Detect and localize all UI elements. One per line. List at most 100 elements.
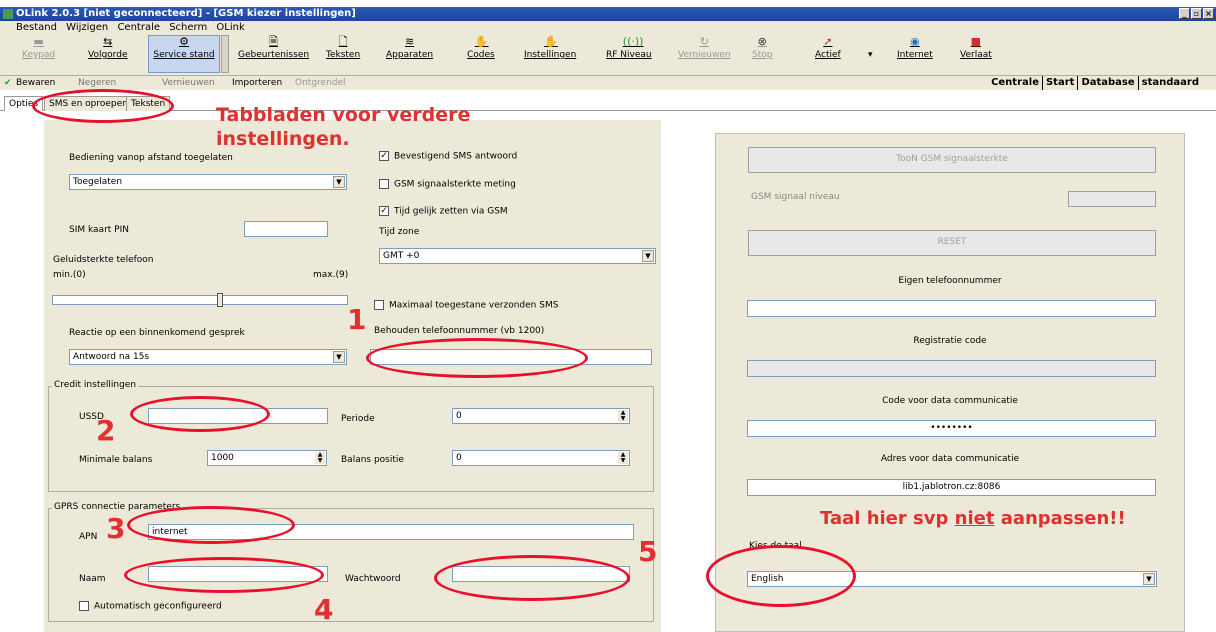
behouden-label: Behouden telefoonnummer (vb 1200) bbox=[374, 326, 545, 336]
codes-icon: ✋ bbox=[474, 35, 489, 48]
signaal-niveau-field bbox=[1068, 191, 1156, 207]
internet-button[interactable]: ◉ Internet bbox=[897, 35, 933, 61]
max-sms-checkbox[interactable]: Maximaal toegestane verzonden SMS bbox=[374, 300, 558, 311]
checkbox-checked-icon: ✓ bbox=[379, 206, 389, 216]
naam-highlight-oval bbox=[124, 557, 324, 593]
rf-niveau-button[interactable]: ((·)) RF Niveau bbox=[606, 35, 652, 61]
chevron-down-icon: ▼ bbox=[1143, 573, 1155, 585]
auto-config-checkbox[interactable]: Automatisch geconfigureerd bbox=[79, 601, 222, 612]
gebeurtenissen-button[interactable]: 🗎 Gebeurtenissen bbox=[238, 35, 309, 61]
taal-warning-annotation: Taal hier svp niet aanpassen!! bbox=[820, 508, 1126, 529]
sim-pin-input[interactable] bbox=[244, 221, 328, 237]
tijdzone-label: Tijd zone bbox=[379, 227, 420, 237]
apparaten-button[interactable]: ≋ Apparaten bbox=[386, 35, 433, 61]
stop-icon: ⊗ bbox=[757, 35, 767, 48]
actief-dropdown-icon[interactable]: ▾ bbox=[868, 50, 873, 60]
action-bar: ✔ Bewaren Negeren Vernieuwen Importeren … bbox=[0, 76, 1216, 90]
credit-title: Credit instellingen bbox=[52, 380, 139, 390]
minimize-icon[interactable]: _ bbox=[1179, 8, 1190, 19]
spinner-icon[interactable]: ▲ ▼ bbox=[315, 452, 325, 464]
spinner-icon[interactable]: ▲ ▼ bbox=[618, 410, 628, 422]
tab-standaard[interactable]: standaard bbox=[1137, 76, 1202, 90]
bewaren-button[interactable]: Bewaren bbox=[16, 76, 55, 90]
reset-button[interactable]: RESET bbox=[748, 230, 1156, 256]
spinner-icon[interactable]: ▲ ▼ bbox=[618, 452, 628, 464]
geluid-label: Geluidsterkte telefoon bbox=[53, 255, 154, 265]
behouden-highlight-oval bbox=[366, 338, 588, 378]
checkbox-icon bbox=[79, 601, 89, 611]
keypad-icon: ▬ bbox=[33, 35, 44, 48]
ontgrendel-button[interactable]: Ontgrendel bbox=[295, 76, 346, 90]
menu-wijzigen[interactable]: Wijzigen bbox=[66, 22, 108, 33]
vernieuwen-sub-button[interactable]: Vernieuwen bbox=[162, 76, 215, 90]
ussd-highlight-oval bbox=[130, 396, 270, 432]
teksten-button[interactable]: 🗋 Teksten bbox=[326, 35, 360, 61]
negeren-button[interactable]: Negeren bbox=[78, 76, 116, 90]
tab-row: Opties SMS en oproepen Teksten bbox=[0, 93, 1216, 111]
menu-bestand[interactable]: Bestand bbox=[16, 22, 57, 33]
title-bar: OLink 2.0.3 [niet geconnecteerd] - [GSM … bbox=[0, 7, 1216, 21]
teksten-icon: 🗋 bbox=[338, 35, 348, 48]
internet-icon: ◉ bbox=[910, 35, 920, 48]
service-stand-button[interactable]: ⚙ Service stand bbox=[148, 35, 220, 73]
checkbox-icon bbox=[379, 179, 389, 189]
keypad-button[interactable]: ▬ Keypad bbox=[22, 35, 55, 61]
apparaten-icon: ≋ bbox=[404, 35, 415, 48]
tab-database[interactable]: Database bbox=[1077, 76, 1137, 90]
apn-highlight-oval bbox=[127, 506, 295, 544]
periode-label: Periode bbox=[341, 414, 375, 424]
registratie-input bbox=[747, 360, 1156, 377]
naam-label: Naam bbox=[79, 574, 106, 584]
slider-handle[interactable] bbox=[217, 293, 223, 307]
reactie-select[interactable]: Antwoord na 15s ▼ bbox=[69, 349, 347, 365]
menu-olink[interactable]: OLink bbox=[216, 22, 244, 33]
adres-data-label: Adres voor data communicatie bbox=[880, 454, 1020, 464]
importeren-button[interactable]: Importeren bbox=[232, 76, 282, 90]
chevron-down-icon: ▼ bbox=[333, 351, 345, 363]
chevron-down-icon: ▼ bbox=[333, 176, 345, 188]
service-dropdown-icon[interactable] bbox=[221, 35, 229, 73]
registratie-label: Registratie code bbox=[913, 336, 987, 346]
tab-start[interactable]: Start bbox=[1041, 76, 1077, 90]
check-icon: ✔ bbox=[4, 78, 12, 88]
min-label: min.(0) bbox=[53, 270, 86, 280]
restore-icon[interactable]: ▫ bbox=[1191, 8, 1202, 19]
gebeurtenissen-icon: 🗎 bbox=[269, 35, 278, 48]
balans-positie-label: Balans positie bbox=[341, 455, 404, 465]
toon-signaal-button[interactable]: TooN GSM signaalsterkte bbox=[748, 147, 1156, 173]
verlaat-button[interactable]: ■ Verlaat bbox=[960, 36, 992, 61]
instellingen-button[interactable]: ✋ Instellingen bbox=[524, 36, 576, 61]
taal-highlight-oval bbox=[706, 545, 856, 607]
stop-button[interactable]: ⊗ Stop bbox=[752, 35, 772, 61]
number-1-annotation: 1 bbox=[347, 303, 367, 336]
eigen-tel-input[interactable] bbox=[747, 300, 1156, 317]
codes-button[interactable]: ✋ Codes bbox=[467, 35, 495, 61]
wachtwoord-label: Wachtwoord bbox=[345, 574, 401, 584]
close-icon[interactable]: × bbox=[1203, 8, 1214, 19]
menu-scherm[interactable]: Scherm bbox=[169, 22, 207, 33]
tab-centrale[interactable]: Centrale bbox=[988, 76, 1042, 90]
volume-slider[interactable] bbox=[52, 293, 348, 307]
volgorde-icon: ⇆ bbox=[103, 35, 113, 48]
vernieuwen-button[interactable]: ↻ Vernieuwen bbox=[678, 36, 731, 61]
periode-input[interactable]: 0 ▲ ▼ bbox=[452, 408, 630, 424]
app-icon bbox=[3, 9, 13, 19]
adres-data-input[interactable]: lib1.jablotron.cz:8086 bbox=[747, 479, 1156, 496]
chevron-down-icon: ▼ bbox=[642, 250, 654, 262]
volgorde-button[interactable]: ⇆ Volgorde bbox=[88, 35, 127, 61]
menu-centrale[interactable]: Centrale bbox=[117, 22, 160, 33]
bevestigend-checkbox[interactable]: ✓ Bevestigend SMS antwoord bbox=[379, 151, 517, 162]
balans-positie-input[interactable]: 0 ▲ ▼ bbox=[452, 450, 630, 466]
tijdzone-select[interactable]: GMT +0 ▼ bbox=[379, 248, 656, 264]
bediening-select[interactable]: Toegelaten ▼ bbox=[69, 174, 347, 190]
rf-icon: ((·)) bbox=[622, 35, 644, 48]
code-data-input[interactable]: •••••••• bbox=[747, 420, 1156, 437]
number-3-annotation: 3 bbox=[106, 512, 126, 545]
signaal-meting-checkbox[interactable]: GSM signaalsterkte meting bbox=[379, 179, 516, 190]
number-2-annotation: 2 bbox=[96, 414, 116, 447]
actief-button[interactable]: ➚ Actief bbox=[815, 36, 841, 61]
tijd-gsm-checkbox[interactable]: ✓ Tijd gelijk zetten via GSM bbox=[379, 206, 508, 217]
window-title: OLink 2.0.3 [niet geconnecteerd] - [GSM … bbox=[16, 8, 356, 19]
tabs-highlight-oval bbox=[32, 89, 174, 123]
minimale-input[interactable]: 1000 ▲ ▼ bbox=[207, 450, 327, 466]
